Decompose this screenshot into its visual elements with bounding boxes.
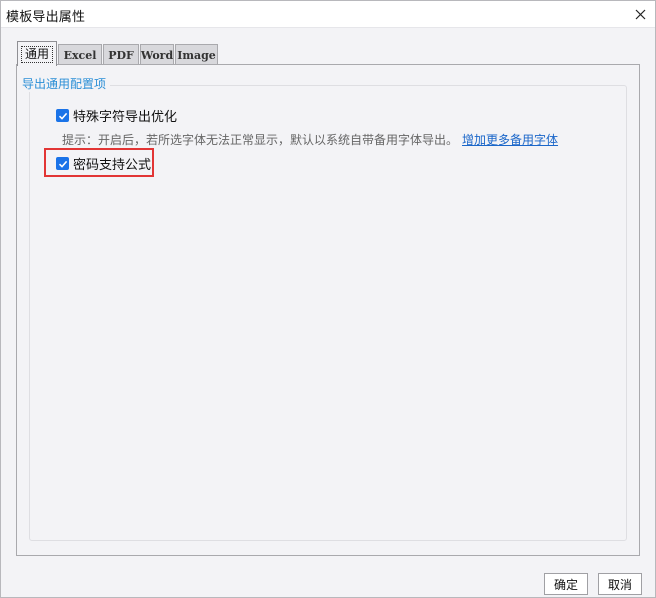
tab-panel-general: 导出通用配置项 特殊字符导出优化 提示：开启后，若所选字体无法正常显示，默认以系… — [16, 64, 640, 556]
tab-word[interactable]: Word — [140, 44, 174, 65]
tab-excel[interactable]: Excel — [58, 44, 102, 65]
tab-general[interactable]: 通用 — [17, 41, 57, 66]
tab-pdf-label: PDF — [108, 48, 134, 62]
tab-image[interactable]: Image — [175, 44, 218, 65]
password-formula-label: 密码支持公式 — [73, 158, 152, 173]
tab-pdf[interactable]: PDF — [103, 44, 139, 65]
special-char-optimize-label: 特殊字符导出优化 — [73, 110, 178, 125]
window-title: 模板导出属性 — [6, 10, 86, 25]
group-title: 导出通用配置项 — [20, 75, 111, 92]
cancel-button[interactable]: 取消 — [598, 573, 642, 595]
checkbox-checked-icon — [56, 157, 69, 170]
checkbox-checked-icon — [56, 109, 69, 122]
tab-image-label: Image — [177, 48, 216, 62]
hint-text: 提示：开启后，若所选字体无法正常显示，默认以系统自带备用字体导出。 — [62, 133, 459, 147]
tab-word-label: Word — [140, 48, 174, 62]
close-button[interactable] — [629, 3, 651, 25]
tab-general-label: 通用 — [20, 45, 53, 63]
dialog-window: 模板导出属性 通用 Excel PDF Word Image 导出通用配置项 特… — [0, 0, 656, 598]
hint-text-row: 提示：开启后，若所选字体无法正常显示，默认以系统自带备用字体导出。 增加更多备用字… — [62, 131, 558, 148]
ok-button[interactable]: 确定 — [544, 573, 588, 595]
password-formula-checkbox[interactable]: 密码支持公式 — [56, 154, 151, 173]
title-bar: 模板导出属性 — [1, 1, 655, 28]
close-icon — [635, 9, 645, 19]
tab-excel-label: Excel — [63, 48, 97, 62]
add-fallback-fonts-link[interactable]: 增加更多备用字体 — [462, 133, 558, 147]
special-char-optimize-checkbox[interactable]: 特殊字符导出优化 — [56, 106, 177, 125]
